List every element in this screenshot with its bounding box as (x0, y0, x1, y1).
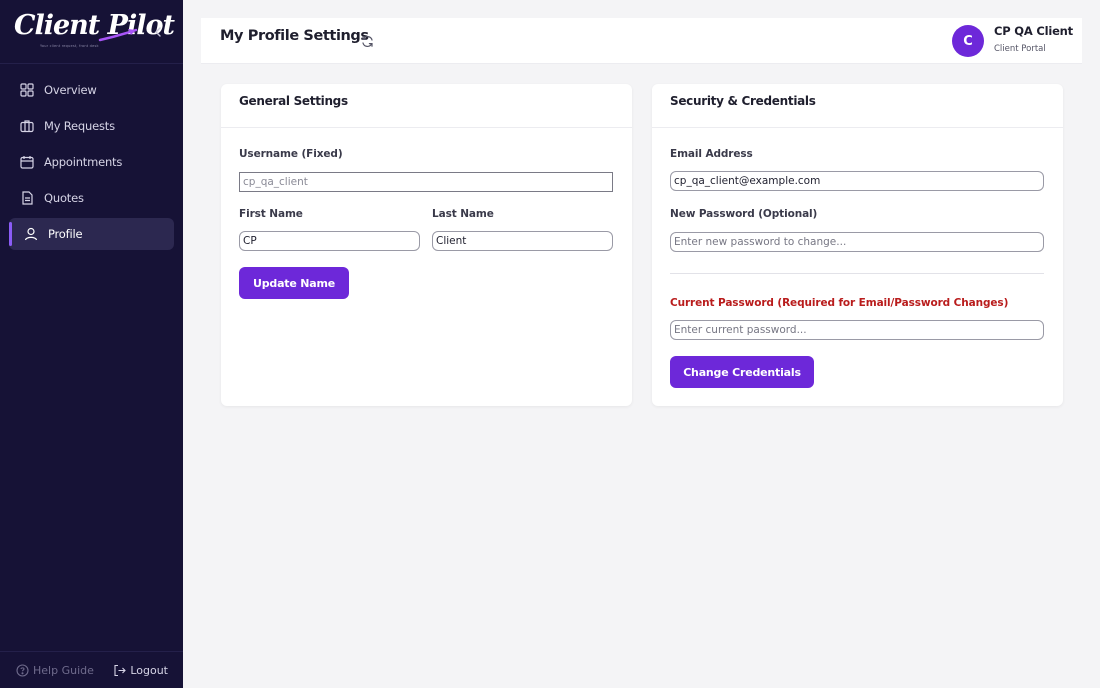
page-header: My Profile Settings C CP QA Client Clien… (201, 18, 1082, 64)
current-password-field[interactable] (670, 320, 1044, 340)
logout-label: Logout (130, 663, 168, 677)
collapse-sidebar-button[interactable] (151, 24, 165, 40)
email-field[interactable] (670, 171, 1044, 191)
card-header: General Settings (221, 84, 632, 128)
logo-row: Client Pilot Your client request, front … (0, 0, 183, 64)
page-title: My Profile Settings (220, 28, 369, 44)
help-guide-link[interactable]: Help Guide (15, 663, 94, 677)
card-header: Security & Credentials (652, 84, 1063, 128)
logo: Client Pilot Your client request, front … (14, 10, 175, 52)
sidebar-item-label: Quotes (44, 191, 84, 205)
sidebar-item-profile[interactable]: Profile (9, 218, 174, 250)
briefcase-icon (19, 118, 35, 134)
email-label: Email Address (670, 148, 753, 160)
refresh-icon (361, 35, 373, 47)
sidebar-item-appointments[interactable]: Appointments (9, 146, 174, 178)
username-field[interactable] (239, 172, 613, 192)
user-role: Client Portal (994, 44, 1046, 54)
first-name-field[interactable] (239, 231, 420, 251)
last-name-field[interactable] (432, 231, 613, 251)
logo-text: Client Pilot (14, 10, 175, 41)
section-divider (670, 273, 1044, 274)
sidebar-item-label: Profile (48, 227, 83, 241)
sidebar-item-label: Overview (44, 83, 97, 97)
grid-icon (19, 82, 35, 98)
current-password-label: Current Password (Required for Email/Pas… (670, 297, 1009, 309)
sidebar-item-quotes[interactable]: Quotes (9, 182, 174, 214)
new-password-field[interactable] (670, 232, 1044, 252)
user-icon (23, 226, 39, 242)
username-label: Username (Fixed) (239, 148, 343, 160)
sidebar-item-my-requests[interactable]: My Requests (9, 110, 174, 142)
chevron-left-icon (155, 27, 161, 37)
update-name-button[interactable]: Update Name (239, 267, 349, 299)
help-guide-label: Help Guide (33, 663, 94, 677)
avatar[interactable]: C (952, 25, 984, 57)
security-credentials-title: Security & Credentials (670, 94, 816, 108)
change-credentials-button[interactable]: Change Credentials (670, 356, 814, 388)
logout-icon (112, 663, 126, 677)
general-settings-card: General Settings Username (Fixed) First … (221, 84, 632, 406)
help-circle-icon (15, 663, 29, 677)
document-icon (19, 190, 35, 206)
sidebar-footer: Help Guide Logout (0, 651, 183, 688)
sidebar-item-label: My Requests (44, 119, 115, 133)
security-credentials-card: Security & Credentials Email Address New… (652, 84, 1063, 406)
sidebar-nav: Overview My Requests Appointments Quotes… (0, 74, 183, 254)
sidebar: Client Pilot Your client request, front … (0, 0, 183, 688)
new-password-label: New Password (Optional) (670, 208, 818, 220)
logout-button[interactable]: Logout (112, 663, 168, 677)
calendar-icon (19, 154, 35, 170)
last-name-label: Last Name (432, 208, 494, 220)
user-name: CP QA Client (994, 24, 1073, 38)
logo-tagline: Your client request, front desk (40, 44, 99, 48)
refresh-button[interactable] (360, 34, 374, 48)
sidebar-item-overview[interactable]: Overview (9, 74, 174, 106)
general-settings-title: General Settings (239, 94, 348, 108)
logo-swoosh-icon (98, 28, 138, 42)
sidebar-item-label: Appointments (44, 155, 123, 169)
first-name-label: First Name (239, 208, 303, 220)
